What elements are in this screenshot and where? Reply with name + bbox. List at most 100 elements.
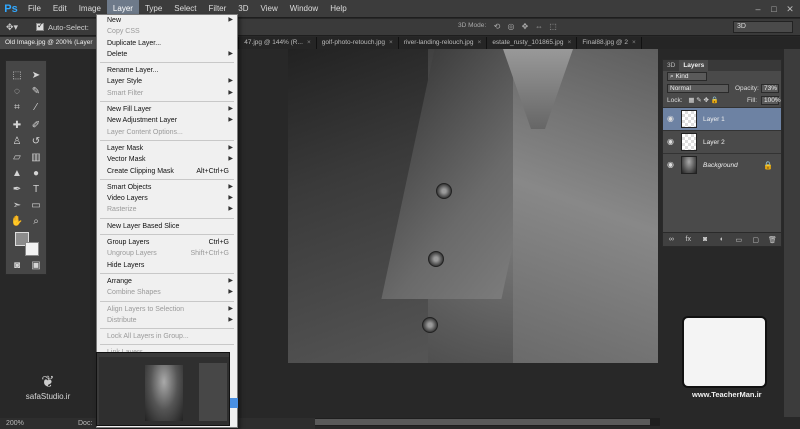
- coat-button: [422, 317, 438, 333]
- history-brush-icon[interactable]: ↺: [28, 135, 44, 149]
- document-tab[interactable]: 47.jpg @ 144% (R... ×: [239, 37, 317, 49]
- eraser-tool-icon[interactable]: ▱: [9, 151, 25, 165]
- menu-item-smart-objects[interactable]: Smart Objects ▶: [97, 182, 237, 193]
- screen-mode-icon[interactable]: ▣: [28, 259, 44, 273]
- document-tab[interactable]: river-landing-relouch.jpg ×: [399, 37, 488, 49]
- 3d-rotate-icon[interactable]: ⟲: [492, 22, 502, 32]
- panel-tab-3d[interactable]: 3D: [663, 60, 679, 71]
- submenu-arrow-icon: ▶: [228, 277, 233, 284]
- layer-row[interactable]: ◉ Layer 1: [663, 107, 781, 130]
- move-tool-icon[interactable]: ✥▾: [6, 22, 26, 33]
- menu-file[interactable]: File: [22, 0, 47, 18]
- document-tab[interactable]: Old Image.jpg @ 200% (Layer×: [0, 37, 107, 49]
- menu-item-hide-layers[interactable]: Hide Layers: [97, 260, 237, 271]
- document-tab[interactable]: golf-photo-retouch.jpg ×: [317, 37, 399, 49]
- 3d-pan-icon[interactable]: ✥: [520, 22, 530, 32]
- close-tab-icon[interactable]: ×: [568, 39, 572, 46]
- 3d-roll-icon[interactable]: ◎: [506, 22, 516, 32]
- safastudio-watermark: ❦ safaStudio.ir: [8, 372, 88, 401]
- document-tab[interactable]: estate_rusty_101865.jpg ×: [487, 37, 578, 49]
- shape-tool-icon[interactable]: ▭: [28, 199, 44, 213]
- menu-help[interactable]: Help: [324, 0, 352, 18]
- auto-select-checkbox[interactable]: [36, 21, 44, 31]
- kind-filter-select[interactable]: ⌕ Kind: [667, 72, 707, 81]
- quick-mask-icon[interactable]: ◙: [9, 259, 25, 273]
- menu-separator: [100, 234, 234, 236]
- marquee-tool-icon[interactable]: ⬚: [9, 69, 25, 83]
- document-tab[interactable]: Final88.jpg @ 2 ×: [577, 37, 642, 49]
- type-tool-icon[interactable]: T: [28, 183, 44, 197]
- menu-item-layer-content-options: Layer Content Options...: [97, 127, 237, 138]
- menu-item-new-layer-based-slice[interactable]: New Layer Based Slice: [97, 221, 237, 232]
- menu-item-arrange[interactable]: Arrange ▶: [97, 276, 237, 287]
- close-icon[interactable]: ✕: [784, 3, 796, 15]
- menu-edit[interactable]: Edit: [47, 0, 73, 18]
- background-color-swatch[interactable]: [25, 242, 39, 256]
- menu-item-delete[interactable]: Delete ▶: [97, 49, 237, 60]
- link-layers-icon[interactable]: ∞: [667, 236, 676, 243]
- menu-item-vector-mask[interactable]: Vector Mask ▶: [97, 154, 237, 165]
- zoom-level[interactable]: 200%: [6, 420, 24, 427]
- menu-item-rename-layer[interactable]: Rename Layer...: [97, 65, 237, 76]
- horizontal-scrollbar[interactable]: [315, 418, 660, 426]
- menu-item-new-fill-layer[interactable]: New Fill Layer ▶: [97, 104, 237, 115]
- minimize-icon[interactable]: –: [752, 3, 764, 15]
- doc-size-label: Doc:: [78, 420, 93, 427]
- quick-select-icon[interactable]: ✎: [28, 85, 44, 99]
- close-tab-icon[interactable]: ×: [307, 39, 311, 46]
- menu-shortcut: Shift+Ctrl+G: [190, 250, 229, 258]
- 3d-slide-icon[interactable]: ⇔: [534, 22, 544, 32]
- menu-item-group-layers[interactable]: Group Layers Ctrl+G: [97, 237, 237, 248]
- blend-mode-select[interactable]: Normal: [667, 84, 729, 93]
- eyedropper-icon[interactable]: ⁄: [28, 101, 44, 115]
- menu-view[interactable]: View: [255, 0, 284, 18]
- lasso-tool-icon[interactable]: ◌: [9, 85, 25, 99]
- menu-item-layer-mask[interactable]: Layer Mask ▶: [97, 143, 237, 154]
- menu-item-create-clipping-mask[interactable]: Create Clipping Mask Alt+Ctrl+G: [97, 166, 237, 177]
- crop-tool-icon[interactable]: ⌗: [9, 101, 25, 115]
- fill-input[interactable]: 100%: [761, 96, 781, 105]
- menu-window[interactable]: Window: [284, 0, 324, 18]
- menu-item-video-layers[interactable]: Video Layers ▶: [97, 193, 237, 204]
- brush-tool-icon[interactable]: ✐: [28, 119, 44, 133]
- delete-layer-icon[interactable]: 🗑: [768, 236, 777, 244]
- lock-icon: 🔒: [763, 161, 773, 170]
- pen-tool-icon[interactable]: ✒: [9, 183, 25, 197]
- move-tool-icon[interactable]: ➤: [28, 69, 44, 83]
- panel-tab-layers[interactable]: Layers: [679, 60, 709, 71]
- add-mask-icon[interactable]: ◙: [701, 236, 710, 243]
- gradient-tool-icon[interactable]: ▥: [28, 151, 44, 165]
- maximize-icon[interactable]: □: [768, 3, 780, 15]
- opacity-input[interactable]: 73%: [761, 84, 779, 93]
- workspace-select[interactable]: 3D: [733, 21, 793, 33]
- new-group-icon[interactable]: ▭: [734, 236, 743, 244]
- close-tab-icon[interactable]: ×: [478, 39, 482, 46]
- dodge-tool-icon[interactable]: ●: [28, 167, 44, 181]
- menu-item-label: Smart Objects: [107, 183, 152, 191]
- visibility-eye-icon[interactable]: ◉: [667, 161, 677, 169]
- adjustment-layer-icon[interactable]: ◐: [717, 236, 726, 243]
- visibility-eye-icon[interactable]: ◉: [667, 138, 677, 146]
- blur-tool-icon[interactable]: ▲: [9, 167, 25, 181]
- new-layer-icon[interactable]: ▢: [751, 236, 760, 244]
- visibility-eye-icon[interactable]: ◉: [667, 115, 677, 123]
- menu-item-new-adjustment-layer[interactable]: New Adjustment Layer ▶: [97, 115, 237, 126]
- clone-stamp-icon[interactable]: ♙: [9, 135, 25, 149]
- menu-item-rasterize: Rasterize ▶: [97, 204, 237, 215]
- document-photo[interactable]: [288, 49, 658, 363]
- menu-item-new[interactable]: New ▶: [97, 15, 237, 26]
- 3d-scale-icon[interactable]: ⬚: [548, 22, 558, 32]
- zoom-tool-icon[interactable]: ⌕: [28, 215, 44, 229]
- menu-item-duplicate-layer[interactable]: Duplicate Layer...: [97, 38, 237, 49]
- healing-brush-icon[interactable]: ✚: [9, 119, 25, 133]
- scrollbar-thumb[interactable]: [315, 419, 650, 425]
- close-tab-icon[interactable]: ×: [632, 39, 636, 46]
- close-tab-icon[interactable]: ×: [389, 39, 393, 46]
- path-select-icon[interactable]: ➣: [9, 199, 25, 213]
- layer-style-icon[interactable]: fx: [684, 236, 693, 243]
- menu-item-layer-style[interactable]: Layer Style ▶: [97, 76, 237, 87]
- layer-row[interactable]: ◉ Background 🔒: [663, 153, 781, 176]
- layer-row[interactable]: ◉ Layer 2: [663, 130, 781, 153]
- lock-icons[interactable]: ▦ ✎ ✥ 🔒: [688, 97, 719, 104]
- hand-tool-icon[interactable]: ✋: [9, 215, 25, 229]
